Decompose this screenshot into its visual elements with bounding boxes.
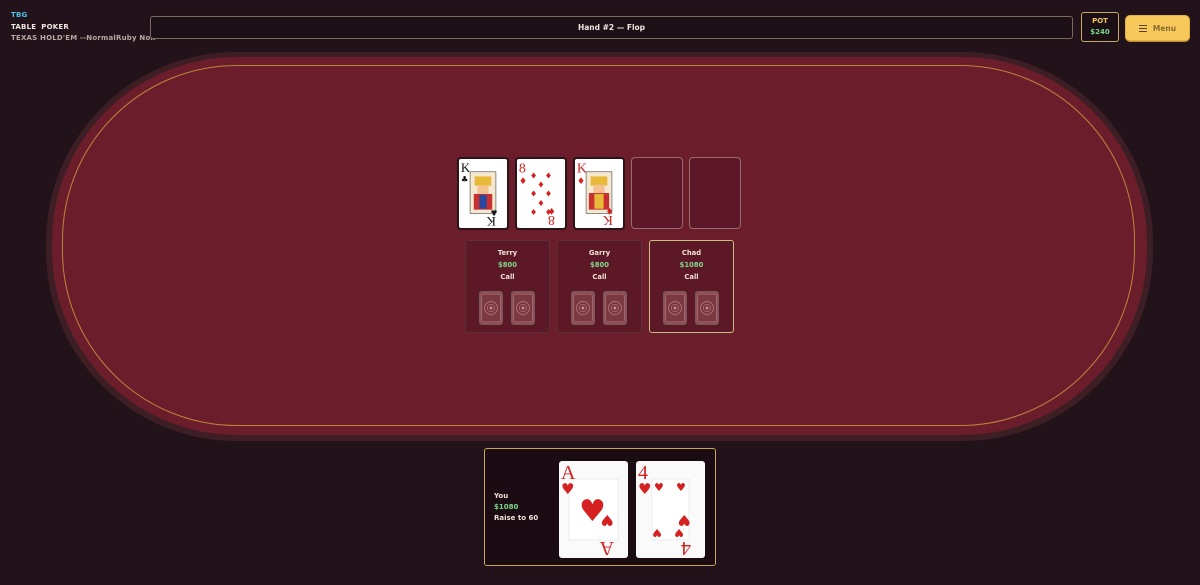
four-of-hearts-face: 4 ♥ ♥ ♥ ♥ ♥ ♥ 4 [638, 462, 691, 558]
card-back [662, 290, 688, 326]
svg-text:♦: ♦ [530, 170, 537, 180]
hamburger-icon [1138, 24, 1147, 32]
player-action: Call [592, 273, 607, 282]
brand-block: TBG TABLE POKER TEXAS HOLD'EM --NormalRub… [11, 10, 157, 45]
svg-text:K: K [603, 213, 613, 228]
svg-text:♥: ♥ [676, 481, 686, 494]
hand-status-bar: Hand #2 — Flop [150, 16, 1073, 39]
svg-text:♦: ♦ [519, 176, 527, 187]
ace-of-hearts-face: A ♥ ♥ ♥ A [561, 462, 619, 558]
hero-action: Raise to 60 [494, 514, 539, 522]
menu-label: Menu [1152, 23, 1177, 33]
player-seat-garry: Garry $800 Call [557, 240, 642, 333]
brand-game-word: POKER [41, 22, 69, 31]
svg-text:♦: ♦ [537, 180, 544, 190]
hero-panel: You $1080 Raise to 60 A ♥ ♥ ♥ A 4 ♥ ♥ ♥ ♥… [484, 448, 716, 566]
player-chips: $800 [498, 261, 517, 270]
hero-card-1[interactable]: A ♥ ♥ ♥ A [559, 461, 628, 558]
card-back [694, 290, 720, 326]
svg-text:♦: ♦ [545, 189, 552, 199]
king-of-diamonds-face: K ♦ ♦ K [577, 161, 614, 228]
brand-tag: TBG [11, 11, 28, 19]
svg-text:♥: ♥ [678, 511, 691, 529]
svg-text:♦: ♦ [577, 176, 585, 187]
pot-label: POT [1092, 17, 1108, 25]
card-back [510, 290, 536, 326]
brand-table-word: TABLE [11, 22, 37, 31]
board-empty-slot-turn [631, 157, 683, 229]
menu-button[interactable]: Menu [1125, 15, 1190, 41]
pot-amount: $240 [1090, 28, 1110, 36]
svg-text:K: K [461, 160, 471, 175]
eight-of-diamonds-face: 8 ♦ ♦ ♦ ♦ ♦ ♦ ♦ ♦ ♦ ♦ 8 [519, 161, 556, 228]
svg-text:8: 8 [548, 213, 555, 228]
player-chips: $800 [590, 261, 609, 270]
player-action: Call [684, 273, 699, 282]
player-seat-terry: Terry $800 Call [465, 240, 550, 333]
board-card-3: K ♦ ♦ K [573, 157, 625, 230]
svg-text:8: 8 [519, 161, 526, 176]
hero-card-2[interactable]: 4 ♥ ♥ ♥ ♥ ♥ ♥ 4 [636, 461, 705, 558]
svg-text:♣: ♣ [461, 174, 468, 184]
player-name: Chad [681, 249, 702, 257]
svg-text:♦: ♦ [537, 198, 544, 208]
hero-chips: $1080 [494, 503, 519, 511]
svg-text:♦: ♦ [530, 189, 537, 199]
card-back [478, 290, 504, 326]
svg-text:♦: ♦ [545, 170, 552, 180]
card-back [602, 290, 628, 326]
pot-display: POT $240 [1081, 12, 1119, 42]
board-card-1: K ♣ ♣ K [457, 157, 509, 230]
hero-info: You $1080 Raise to 60 [494, 491, 538, 524]
hand-status-text: Hand #2 — Flop [577, 23, 646, 32]
hero-name: You [494, 492, 509, 500]
svg-text:4: 4 [681, 537, 691, 558]
brand-title: TABLE POKER [11, 22, 157, 34]
player-name: Garry [588, 249, 611, 257]
svg-text:♥: ♥ [652, 526, 662, 539]
svg-text:♦: ♦ [530, 207, 537, 217]
svg-text:♥: ♥ [561, 480, 574, 498]
svg-text:♥: ♥ [638, 480, 651, 498]
king-of-spades-face: K ♣ ♣ K [461, 160, 498, 228]
brand-subtitle: TEXAS HOLD'EM --NormalRuby Noir [11, 34, 157, 42]
player-name: Terry [497, 249, 518, 257]
svg-text:K: K [577, 161, 587, 176]
player-action: Call [500, 273, 515, 282]
svg-text:K: K [486, 214, 496, 228]
player-seat-chad: Chad $1080 Call [649, 240, 734, 333]
svg-text:A: A [599, 537, 614, 558]
board-card-2: 8 ♦ ♦ ♦ ♦ ♦ ♦ ♦ ♦ ♦ ♦ 8 [515, 157, 567, 230]
svg-text:♥: ♥ [654, 481, 664, 494]
player-chips: $1080 [679, 261, 704, 270]
card-back [570, 290, 596, 326]
board-empty-slot-river [689, 157, 741, 229]
svg-text:♥: ♥ [601, 511, 614, 529]
